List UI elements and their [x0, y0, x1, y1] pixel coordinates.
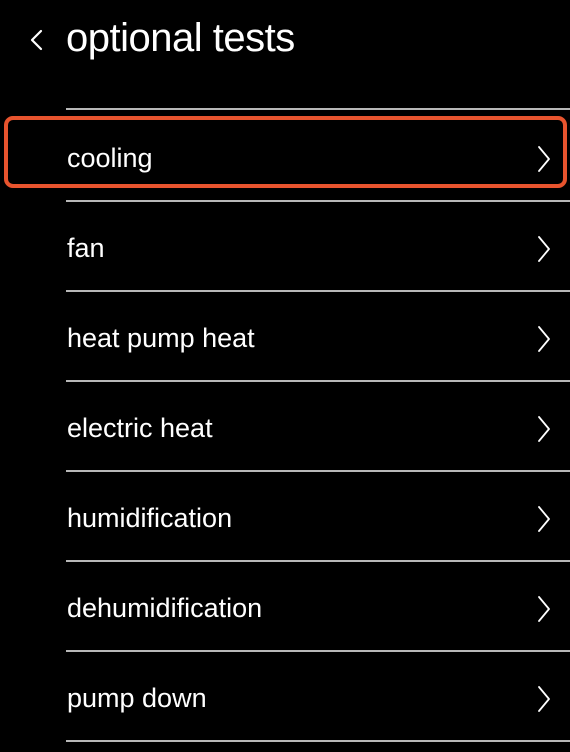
list-divider	[66, 650, 570, 652]
list-item-label: electric heat	[67, 413, 213, 443]
chevron-right-icon	[536, 414, 552, 444]
list-divider	[66, 470, 570, 472]
chevron-right-icon	[536, 144, 552, 174]
page-title: optional tests	[66, 16, 295, 60]
back-button[interactable]	[24, 22, 54, 58]
list-item-heat-pump-heat[interactable]: heat pump heat	[0, 294, 570, 382]
list-item-label: heat pump heat	[67, 323, 255, 353]
list-item-label: humidification	[67, 503, 233, 533]
list-item-label: fan	[67, 233, 105, 263]
list-divider	[66, 560, 570, 562]
list-divider	[66, 740, 570, 742]
list-item-label: dehumidification	[67, 593, 263, 623]
chevron-right-icon	[536, 684, 552, 714]
chevron-right-icon	[536, 504, 552, 534]
chevron-left-icon	[24, 22, 54, 58]
header: optional tests	[0, 0, 570, 90]
list-item-label: pump down	[67, 683, 207, 713]
list-divider	[66, 290, 570, 292]
list-item-pump-down[interactable]: pump down	[0, 654, 570, 742]
list-item-label: cooling	[67, 143, 153, 173]
list-divider	[66, 200, 570, 202]
chevron-right-icon	[536, 234, 552, 264]
list-divider	[66, 380, 570, 382]
list-item-dehumidification[interactable]: dehumidification	[0, 564, 570, 652]
list-item-electric-heat[interactable]: electric heat	[0, 384, 570, 472]
chevron-right-icon	[536, 324, 552, 354]
list-item-fan[interactable]: fan	[0, 204, 570, 292]
list-divider	[66, 108, 570, 110]
chevron-right-icon	[536, 594, 552, 624]
list-item-cooling[interactable]: cooling	[0, 114, 570, 202]
list-item-humidification[interactable]: humidification	[0, 474, 570, 562]
